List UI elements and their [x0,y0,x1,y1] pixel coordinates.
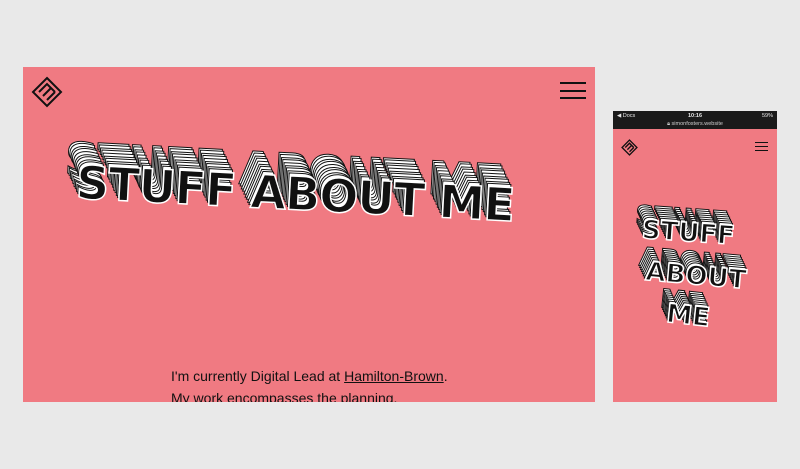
url-text: simonfosters.website [671,121,723,127]
desktop-page: STUFF ABOUT ME STUFF ABOUT ME STUFF ABOUT … [23,67,595,402]
hamburger-menu-icon[interactable] [755,142,768,151]
hamburger-line [755,142,768,143]
hamburger-line [755,146,768,147]
logo-mark-icon[interactable] [31,76,63,108]
hamburger-menu-icon[interactable] [560,82,586,99]
status-time: 10:16 [687,113,703,119]
hamburger-line [560,97,586,99]
mobile-page: ◀ Docs 10:16 59% 🔒︎ simonfosters.website… [613,111,777,402]
hamburger-line [560,89,586,92]
screenshot-stage: STUFF ABOUT ME STUFF ABOUT ME STUFF ABOUT … [0,0,800,469]
intro-paragraph: I'm currently Digital Lead at Hamilton-B… [171,365,471,402]
hero-title: STUFF ABOUT ME STUFF ABOUT ME STUFF ABOUT … [63,131,527,268]
hamburger-line [560,82,586,84]
intro-prefix: I'm currently Digital Lead at [171,368,345,384]
intro-line-2: My work encompasses the planning, [171,390,398,402]
battery-level: 59% [761,113,773,119]
employer-link[interactable]: Hamilton-Brown [344,368,444,384]
mobile-status-bar: ◀ Docs 10:16 59% 🔒︎ simonfosters.website [613,111,777,129]
hamburger-line [755,150,768,151]
address-bar[interactable]: 🔒︎ simonfosters.website [613,121,777,128]
logo-mark-icon[interactable] [621,139,638,156]
intro-suffix: . [443,368,448,384]
mobile-hero-line-text: ME [664,298,712,334]
